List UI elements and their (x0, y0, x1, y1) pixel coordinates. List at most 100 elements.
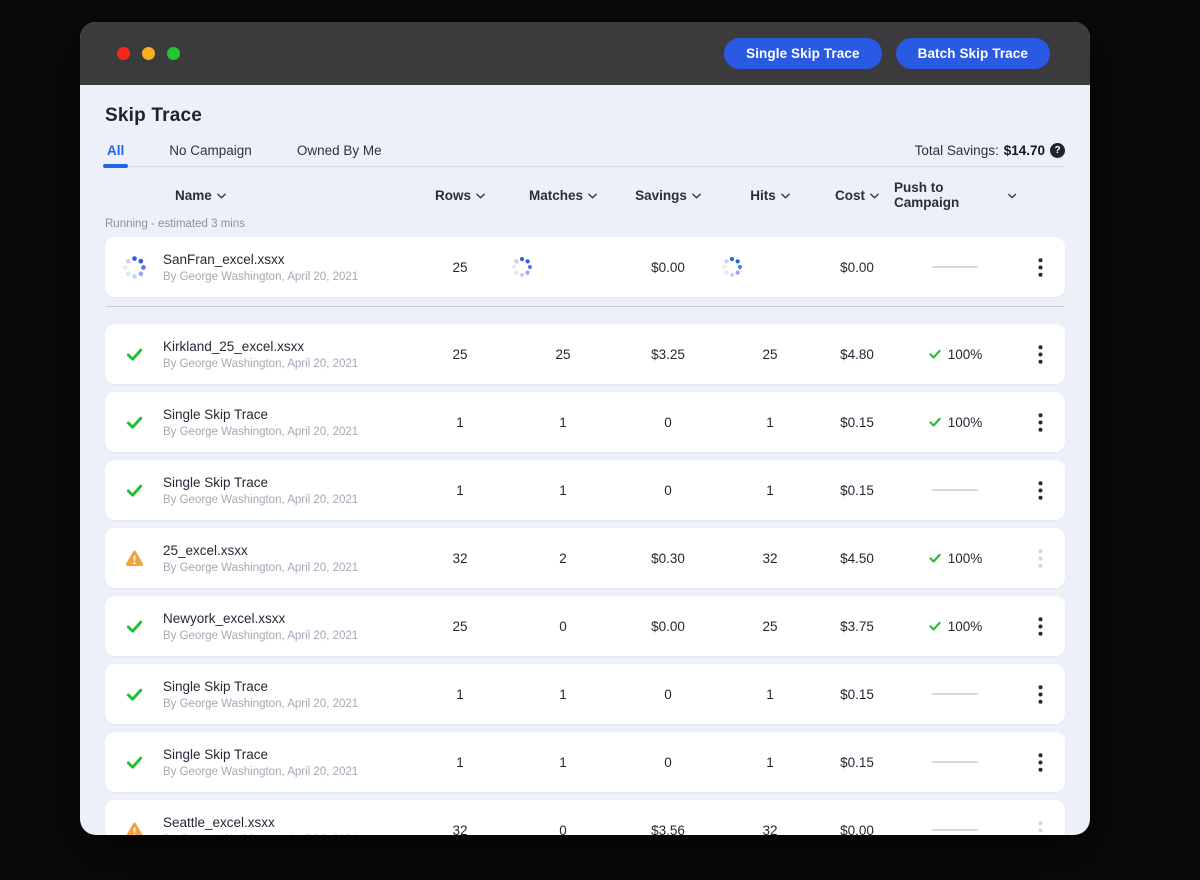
kebab-menu-icon (1038, 257, 1043, 277)
cell-cost: $4.80 (840, 346, 874, 362)
kebab-menu-icon (1038, 684, 1043, 704)
cell-rows: 32 (452, 822, 468, 836)
row-byline: By George Washington, April 20, 2021 (163, 765, 359, 778)
batch-skip-trace-button[interactable]: Batch Skip Trace (895, 38, 1050, 69)
column-header-savings[interactable]: Savings (616, 188, 720, 203)
single-skip-trace-button[interactable]: Single Skip Trace (724, 38, 882, 69)
column-label: Savings (635, 187, 687, 203)
cell-push-to-campaign (894, 829, 1016, 831)
chevron-down-icon (216, 193, 226, 199)
cell-matches: 0 (559, 822, 567, 836)
tab-bar: All No Campaign Owned By Me (102, 143, 384, 168)
tab-owned-by-me[interactable]: Owned By Me (295, 143, 384, 166)
row-byline: By George Washington, April 20, 2021 (163, 697, 359, 710)
cell-push-to-campaign: 100% (894, 347, 1016, 362)
total-savings-value: $14.70 (1003, 143, 1045, 158)
cell-cost: $0.15 (840, 482, 874, 498)
help-icon[interactable]: ? (1050, 143, 1065, 158)
column-header-push-to-campaign[interactable]: Push to Campaign (894, 180, 1016, 210)
row-menu-button[interactable] (1016, 324, 1065, 384)
row-menu-button[interactable] (1016, 237, 1065, 297)
row-status (105, 822, 163, 835)
column-header-name[interactable]: Name (163, 188, 410, 203)
cell-matches: 0 (559, 618, 567, 634)
row-status (105, 685, 163, 704)
row-menu-button[interactable] (1016, 664, 1065, 724)
cell-savings: 0 (664, 414, 672, 430)
column-label: Hits (750, 187, 776, 203)
desktop-background: Single Skip Trace Batch Skip Trace Skip … (0, 0, 1200, 880)
row-byline: By George Washington, April 20, 2021 (163, 561, 359, 574)
row-name: Seattle_excel.xsxx (163, 814, 275, 830)
cell-cost: $3.75 (840, 618, 874, 634)
cell-hits: 25 (762, 346, 778, 362)
column-label: Matches (528, 187, 584, 203)
push-success-check-icon (929, 349, 941, 359)
row-menu-button[interactable] (1016, 732, 1065, 792)
cell-matches: 2 (559, 550, 567, 566)
row-byline: By George Washington, April 20, 2021 (163, 357, 359, 370)
column-header-rows[interactable]: Rows (410, 188, 510, 203)
fullscreen-window-button[interactable] (167, 47, 180, 60)
cell-matches: 1 (559, 686, 567, 702)
column-label: Name (175, 187, 212, 203)
row-name-cell: Newyork_excel.xsxx By George Washington, … (163, 611, 410, 642)
cell-savings: 0 (664, 686, 672, 702)
row-status (105, 413, 163, 432)
cell-hits: 1 (766, 754, 774, 770)
close-window-button[interactable] (117, 47, 130, 60)
success-check-icon (126, 688, 142, 701)
column-header-cost[interactable]: Cost (820, 188, 894, 203)
push-success-check-icon (929, 417, 941, 427)
table-row: Kirkland_25_excel.xsxx By George Washingt… (105, 324, 1065, 384)
success-check-icon (126, 348, 142, 361)
cell-matches: 1 (559, 482, 567, 498)
row-name-cell: Single Skip Trace By George Washington, A… (163, 679, 410, 710)
chevron-down-icon (476, 193, 485, 199)
cell-savings: 0 (664, 754, 672, 770)
warning-icon (125, 822, 143, 835)
cell-hits: 1 (766, 414, 774, 430)
row-menu-button[interactable] (1016, 460, 1065, 520)
row-name: Single Skip Trace (163, 746, 269, 762)
empty-dash (932, 489, 978, 491)
cell-cost: $0.00 (840, 259, 874, 275)
empty-dash (932, 693, 978, 695)
cell-rows: 1 (456, 482, 464, 498)
cell-matches: 1 (559, 414, 567, 430)
table-row: Seattle_excel.xsxx By George Washington, … (105, 800, 1065, 835)
tab-all[interactable]: All (102, 143, 129, 168)
row-menu-button[interactable] (1016, 596, 1065, 656)
push-success-check-icon (929, 621, 941, 631)
cell-cost: $0.15 (840, 686, 874, 702)
row-name-cell: SanFran_excel.xsxx By George Washington, … (163, 252, 410, 283)
row-name: Kirkland_25_excel.xsxx (163, 338, 305, 354)
row-name-cell: Single Skip Trace By George Washington, A… (163, 747, 410, 778)
row-menu-button[interactable] (1016, 800, 1065, 835)
success-check-icon (126, 756, 142, 769)
push-percentage: 100% (947, 618, 983, 634)
table-row: Single Skip Trace By George Washington, A… (105, 460, 1065, 520)
row-menu-button[interactable] (1016, 528, 1065, 588)
minimize-window-button[interactable] (142, 47, 155, 60)
tab-no-campaign[interactable]: No Campaign (167, 143, 254, 166)
loading-spinner-icon (122, 255, 146, 279)
table-row: 25_excel.xsxx By George Washington, April… (105, 528, 1065, 588)
row-name-cell: Single Skip Trace By George Washington, A… (163, 475, 410, 506)
row-name: Newyork_excel.xsxx (163, 610, 286, 626)
table-row: Newyork_excel.xsxx By George Washington, … (105, 596, 1065, 656)
cell-rows: 25 (452, 346, 468, 362)
row-menu-button[interactable] (1016, 392, 1065, 452)
app-window: Single Skip Trace Batch Skip Trace Skip … (80, 22, 1090, 835)
push-percentage: 100% (947, 550, 983, 566)
empty-dash (932, 761, 978, 763)
cell-hits: 25 (762, 618, 778, 634)
cell-savings: $0.00 (651, 618, 685, 634)
cell-savings: $0.00 (651, 259, 685, 275)
column-header-matches[interactable]: Matches (510, 188, 616, 203)
cell-rows: 1 (456, 754, 464, 770)
column-header-hits[interactable]: Hits (720, 188, 820, 203)
loading-spinner-icon (511, 256, 533, 278)
table-row: Single Skip Trace By George Washington, A… (105, 732, 1065, 792)
column-label: Push to Campaign (894, 180, 960, 210)
